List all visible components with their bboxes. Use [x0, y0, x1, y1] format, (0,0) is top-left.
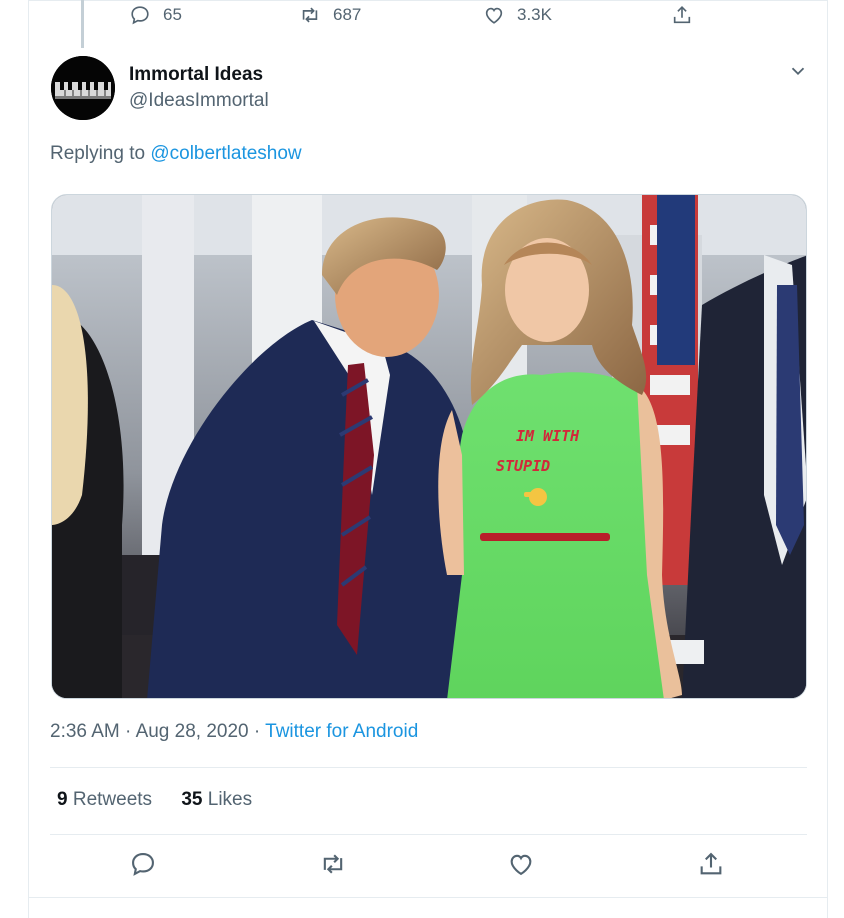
- tweet-column: 65 687 3.3K Immortal Ideas @IdeasImmorta…: [28, 0, 828, 918]
- retweet-icon: [302, 7, 318, 23]
- divider: [50, 834, 807, 835]
- more-options-button[interactable]: [787, 60, 809, 82]
- like-icon: [510, 854, 532, 876]
- tweet-source-link[interactable]: Twitter for Android: [265, 721, 418, 742]
- shirt-text-line2: STUPID: [496, 457, 550, 475]
- likes-count: 35: [181, 789, 203, 810]
- separator-dot: ·: [125, 721, 132, 742]
- likes-label: Likes: [207, 789, 253, 810]
- avatar-image: [51, 56, 115, 120]
- retweet-icon: [323, 854, 343, 874]
- previous-tweet-actions: 65 687 3.3K: [29, 0, 829, 34]
- author-name[interactable]: Immortal Ideas: [129, 64, 263, 86]
- tweet-time[interactable]: 2:36 AM: [50, 721, 120, 742]
- reply-icon: [132, 853, 154, 876]
- bottom-border: [29, 897, 827, 898]
- engagement-stats: 9 Retweets 35 Likes: [57, 789, 252, 811]
- previous-retweet-count: 687: [333, 5, 362, 24]
- share-button[interactable]: [697, 850, 727, 880]
- tweet-image[interactable]: IM WITH STUPID: [51, 194, 807, 699]
- share-icon: [673, 6, 691, 24]
- author-handle[interactable]: @IdeasImmortal: [129, 90, 269, 112]
- divider: [50, 767, 807, 768]
- previous-reply-count: 65: [163, 5, 182, 24]
- replying-to: Replying to @colbertlateshow: [50, 143, 302, 165]
- retweets-count: 9: [57, 789, 68, 810]
- share-icon: [700, 852, 722, 875]
- replying-prefix: Replying to: [50, 143, 146, 164]
- shirt-text-line1: IM WITH: [516, 427, 580, 445]
- reply-button[interactable]: [129, 850, 159, 880]
- previous-reply-button[interactable]: 65: [129, 4, 182, 26]
- previous-like-count: 3.3K: [517, 5, 552, 24]
- previous-retweet-button[interactable]: 687: [299, 4, 361, 26]
- reply-icon: [131, 6, 149, 25]
- replying-mention-link[interactable]: @colbertlateshow: [150, 143, 301, 164]
- timestamp-row: 2:36 AM · Aug 28, 2020 · Twitter for And…: [50, 721, 418, 743]
- retweets-label: Retweets: [72, 789, 153, 810]
- like-icon: [485, 7, 503, 24]
- retweets-stat[interactable]: 9 Retweets: [57, 789, 152, 811]
- previous-like-button[interactable]: 3.3K: [483, 4, 552, 26]
- chevron-down-icon: [791, 67, 805, 76]
- tweet-date[interactable]: Aug 28, 2020: [136, 721, 249, 742]
- like-button[interactable]: [507, 850, 537, 880]
- likes-stat[interactable]: 35 Likes: [181, 789, 252, 811]
- retweet-button[interactable]: [319, 850, 349, 880]
- previous-share-button[interactable]: [671, 4, 705, 26]
- tweet-photo: IM WITH STUPID: [52, 195, 806, 698]
- avatar[interactable]: [51, 56, 115, 120]
- separator-dot: ·: [253, 721, 261, 742]
